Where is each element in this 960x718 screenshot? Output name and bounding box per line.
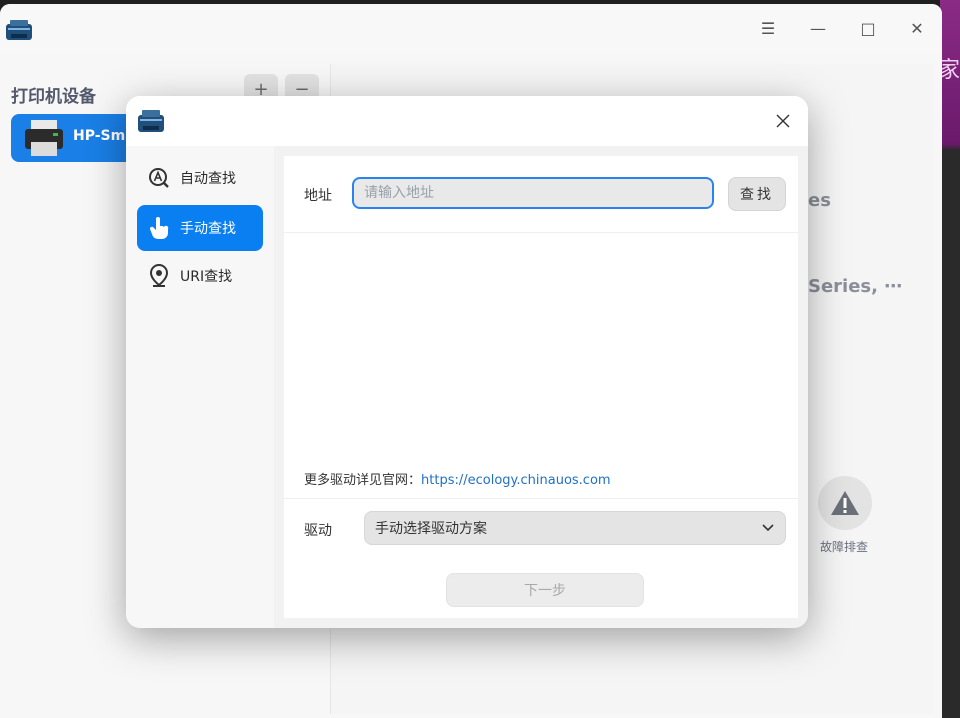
- printer-app-icon: [6, 20, 32, 40]
- auto-search-icon: [147, 166, 171, 190]
- nav-label: URI查找: [180, 269, 233, 285]
- nav-label: 手动查找: [180, 221, 236, 237]
- printer-app-icon: [138, 110, 164, 132]
- maximize-button[interactable]: □: [856, 16, 880, 40]
- desktop-background: 家居: [938, 0, 960, 718]
- dialog-nav: 自动查找 手动查找 URI查找: [126, 146, 274, 628]
- nav-label: 自动查找: [180, 171, 236, 187]
- sidebar-title: 打印机设备: [11, 87, 96, 107]
- manual-search-panel: 地址 查找 更多驱动详见官网：https://ecology.chinauos.…: [284, 156, 798, 618]
- address-label: 地址: [304, 188, 332, 204]
- ecology-link[interactable]: https://ecology.chinauos.com: [421, 473, 611, 488]
- nav-manual-search[interactable]: 手动查找: [137, 205, 263, 251]
- more-info-text: 更多驱动详见官网：: [304, 473, 422, 488]
- troubleshoot-label: 故障排查: [820, 540, 869, 554]
- nav-uri-search[interactable]: URI查找: [137, 253, 263, 299]
- background-title-fragment: es: [808, 190, 831, 211]
- troubleshoot-button[interactable]: [818, 476, 872, 530]
- driver-label: 驱动: [304, 523, 332, 539]
- search-button[interactable]: 查找: [728, 177, 786, 211]
- chevron-down-icon: [762, 524, 774, 532]
- background-series-fragment: Series, ⋯: [808, 276, 903, 297]
- dialog-close-button[interactable]: [772, 110, 794, 132]
- dialog-titlebar: [126, 96, 808, 146]
- close-button[interactable]: ✕: [905, 16, 929, 40]
- nav-auto-search[interactable]: 自动查找: [137, 155, 263, 201]
- divider: [284, 232, 798, 233]
- printer-icon: [25, 120, 63, 156]
- driver-select[interactable]: 手动选择驱动方案: [364, 511, 786, 545]
- hand-pointer-icon: [147, 216, 171, 240]
- warning-icon: [831, 491, 859, 515]
- more-drivers-info: 更多驱动详见官网：https://ecology.chinauos.com: [304, 469, 611, 488]
- add-printer-dialog: 自动查找 手动查找 URI查找 地址 查找: [126, 96, 808, 628]
- divider: [284, 498, 798, 499]
- next-step-button[interactable]: 下一步: [446, 573, 644, 607]
- driver-selected-value: 手动选择驱动方案: [375, 521, 487, 537]
- location-pin-icon: [147, 264, 171, 288]
- titlebar: ☰ — □ ✕: [0, 4, 942, 54]
- close-icon: [776, 114, 790, 128]
- address-input[interactable]: [352, 177, 714, 209]
- minimize-button[interactable]: —: [806, 16, 830, 40]
- menu-button[interactable]: ☰: [756, 16, 780, 40]
